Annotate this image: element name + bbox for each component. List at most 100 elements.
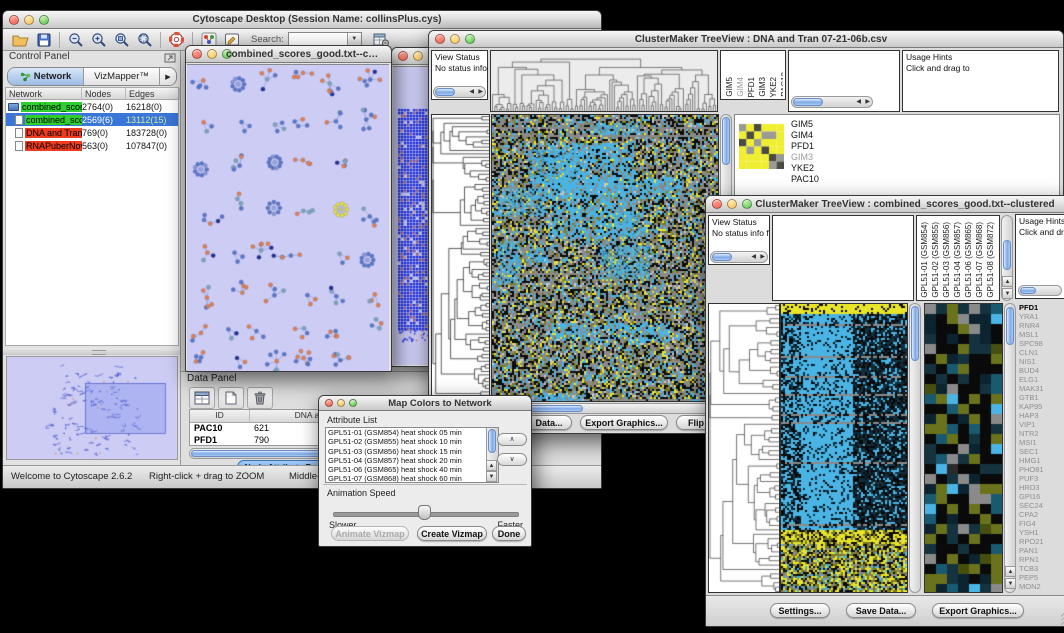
gene-label[interactable]: HRD3 (1019, 483, 1064, 492)
create-attribute-button[interactable] (218, 387, 244, 409)
attribute-item[interactable]: GPL51-03 (GSM856) heat shock 15 min (326, 447, 498, 456)
gene-label[interactable]: GPI16 (1019, 492, 1064, 501)
scroll-down-icon[interactable]: ▼ (486, 471, 497, 482)
zoom-fit-button[interactable] (110, 30, 133, 50)
gene-label[interactable]: PFD1 (1019, 303, 1064, 312)
gene-label[interactable]: FIG4 (1019, 519, 1064, 528)
network-canvas[interactable] (187, 64, 389, 371)
column-label[interactable]: PAC10 (780, 72, 783, 97)
save-data-button[interactable]: Save Data... (846, 603, 916, 618)
column-labels-scrollbar[interactable]: ▲ ▼ (1001, 215, 1013, 301)
gene-label[interactable]: CLN1 (1019, 348, 1064, 357)
column-label[interactable]: GPL51-02 (GSM855) (931, 222, 941, 298)
gene-label[interactable]: PFD1 (791, 141, 819, 152)
gene-label[interactable]: YKE2 (791, 163, 819, 174)
gene-label[interactable]: ELG1 (1019, 375, 1064, 384)
global-heatmap[interactable] (491, 114, 719, 402)
scroll-down-icon[interactable]: ▼ (1002, 288, 1013, 299)
scroll-up-icon[interactable]: ▲ (1002, 276, 1013, 287)
column-label[interactable]: GIM3 (758, 77, 768, 97)
network-list-row[interactable]: RNAPuberNov2+563(0)107847(0) (6, 139, 178, 152)
column-label[interactable]: GPL51-01 (GSM854) (920, 222, 930, 298)
zoom-vscrollbar[interactable]: ▲ ▼ (1004, 303, 1016, 593)
minimize-button[interactable] (337, 399, 345, 407)
gene-label[interactable]: KAP95 (1019, 402, 1064, 411)
gene-label[interactable]: YRA1 (1019, 312, 1064, 321)
gene-label[interactable]: MSI1 (1019, 438, 1064, 447)
tab-network[interactable]: Network (8, 68, 84, 85)
attribute-item[interactable]: GPL51-01 (GSM854) heat shock 05 min (326, 428, 498, 437)
create-vizmap-button[interactable]: Create Vizmap (417, 526, 487, 541)
scroll-right-icon[interactable]: ▶ (760, 253, 765, 260)
tab-vizmapper[interactable]: VizMapper™ (84, 68, 160, 85)
attribute-item[interactable]: GPL51-07 (GSM868) heat shock 60 min (326, 474, 498, 483)
main-titlebar[interactable]: Cytoscape Desktop (Session Name: collins… (3, 11, 601, 29)
close-button[interactable] (398, 51, 408, 61)
save-button[interactable] (32, 30, 55, 50)
save-data-button[interactable]: Data... (526, 415, 572, 430)
zoom-heatmap[interactable] (739, 123, 784, 169)
zoom-hscrollbar[interactable]: ◀ ▶ (791, 96, 873, 108)
gene-label[interactable]: GTB1 (1019, 393, 1064, 402)
attribute-item[interactable]: GPL51-04 (GSM857) heat shock 20 min (326, 456, 498, 465)
birds-eye-view[interactable] (6, 356, 178, 460)
gene-label[interactable]: PHO81 (1019, 465, 1064, 474)
gene-label[interactable]: YSH1 (1019, 528, 1064, 537)
global-heatmap[interactable] (780, 303, 908, 593)
gene-label[interactable]: GIM5 (791, 119, 819, 130)
gene-label[interactable]: RPO21 (1019, 537, 1064, 546)
close-button[interactable] (712, 199, 722, 209)
scroll-left-icon[interactable]: ◀ (856, 98, 861, 105)
column-label[interactable]: YKE2 (769, 77, 779, 97)
gene-label[interactable]: MAK31 (1019, 384, 1064, 393)
close-button[interactable] (192, 49, 202, 59)
attribute-list-scrollbar[interactable]: ▲ ▼ (486, 428, 498, 482)
move-up-button[interactable]: ∧ (497, 433, 527, 446)
column-dendrogram[interactable] (772, 215, 914, 301)
panel-splitter[interactable] (3, 348, 180, 355)
network-titlebar[interactable]: combined_scores_good.txt--cluste... (186, 46, 391, 63)
gene-label[interactable]: VIP1 (1019, 420, 1064, 429)
gene-label[interactable]: BUD4 (1019, 366, 1064, 375)
zoom-heatmap[interactable] (925, 304, 1002, 592)
minimize-button[interactable] (207, 49, 217, 59)
column-label[interactable]: GPL51-04 (GSM857) (953, 222, 963, 298)
export-graphics-button[interactable]: Export Graphics... (932, 603, 1024, 618)
scroll-right-icon[interactable]: ▶ (865, 98, 870, 105)
done-button[interactable]: Done (492, 526, 526, 541)
gene-label[interactable]: PAN1 (1019, 546, 1064, 555)
col-network[interactable]: Network (6, 88, 82, 100)
col-edges[interactable]: Edges (126, 88, 180, 100)
col-id[interactable]: ID (190, 410, 250, 422)
select-attributes-button[interactable] (189, 387, 215, 409)
float-panel-icon[interactable] (164, 53, 176, 63)
gene-label[interactable]: PUF3 (1019, 474, 1064, 483)
gene-label[interactable]: RNR4 (1019, 321, 1064, 330)
scroll-down-icon[interactable]: ▼ (1005, 578, 1016, 589)
minimize-button[interactable] (24, 15, 34, 25)
gene-label[interactable]: NIS1 (1019, 357, 1064, 366)
column-label[interactable]: GIM5 (725, 77, 735, 97)
col-nodes[interactable]: Nodes (82, 88, 126, 100)
network-list-row[interactable]: DNA and Tran 07769(0)183728(0) (6, 126, 178, 139)
gene-label[interactable]: SEC1 (1019, 447, 1064, 456)
minimize-button[interactable] (727, 199, 737, 209)
minimize-button[interactable] (413, 51, 423, 61)
treeview-combined-titlebar[interactable]: ClusterMaker TreeView : combined_scores_… (706, 196, 1064, 213)
row-dendrogram[interactable] (431, 114, 490, 399)
settings-button[interactable]: Settings... (770, 603, 830, 618)
column-label[interactable]: GPL51-07 (GSM868) (975, 222, 985, 298)
treeview-dna-titlebar[interactable]: ClusterMaker TreeView : DNA and Tran 07-… (429, 31, 1063, 48)
gene-label[interactable]: TCB3 (1019, 564, 1064, 573)
scroll-left-icon[interactable]: ◀ (469, 88, 474, 95)
move-down-button[interactable]: ∨ (497, 453, 527, 466)
column-label[interactable]: GPL51-08 (GSM872) (986, 222, 996, 298)
open-file-button[interactable] (9, 30, 32, 50)
gene-label[interactable]: SPC98 (1019, 339, 1064, 348)
gene-label[interactable]: MON2 (1019, 582, 1064, 591)
column-dendrogram[interactable] (490, 50, 718, 112)
gene-label[interactable]: SEC24 (1019, 501, 1064, 510)
heatmap-vscrollbar[interactable] (909, 303, 921, 593)
delete-attribute-button[interactable] (247, 387, 273, 409)
scroll-up-icon[interactable]: ▲ (486, 460, 497, 471)
